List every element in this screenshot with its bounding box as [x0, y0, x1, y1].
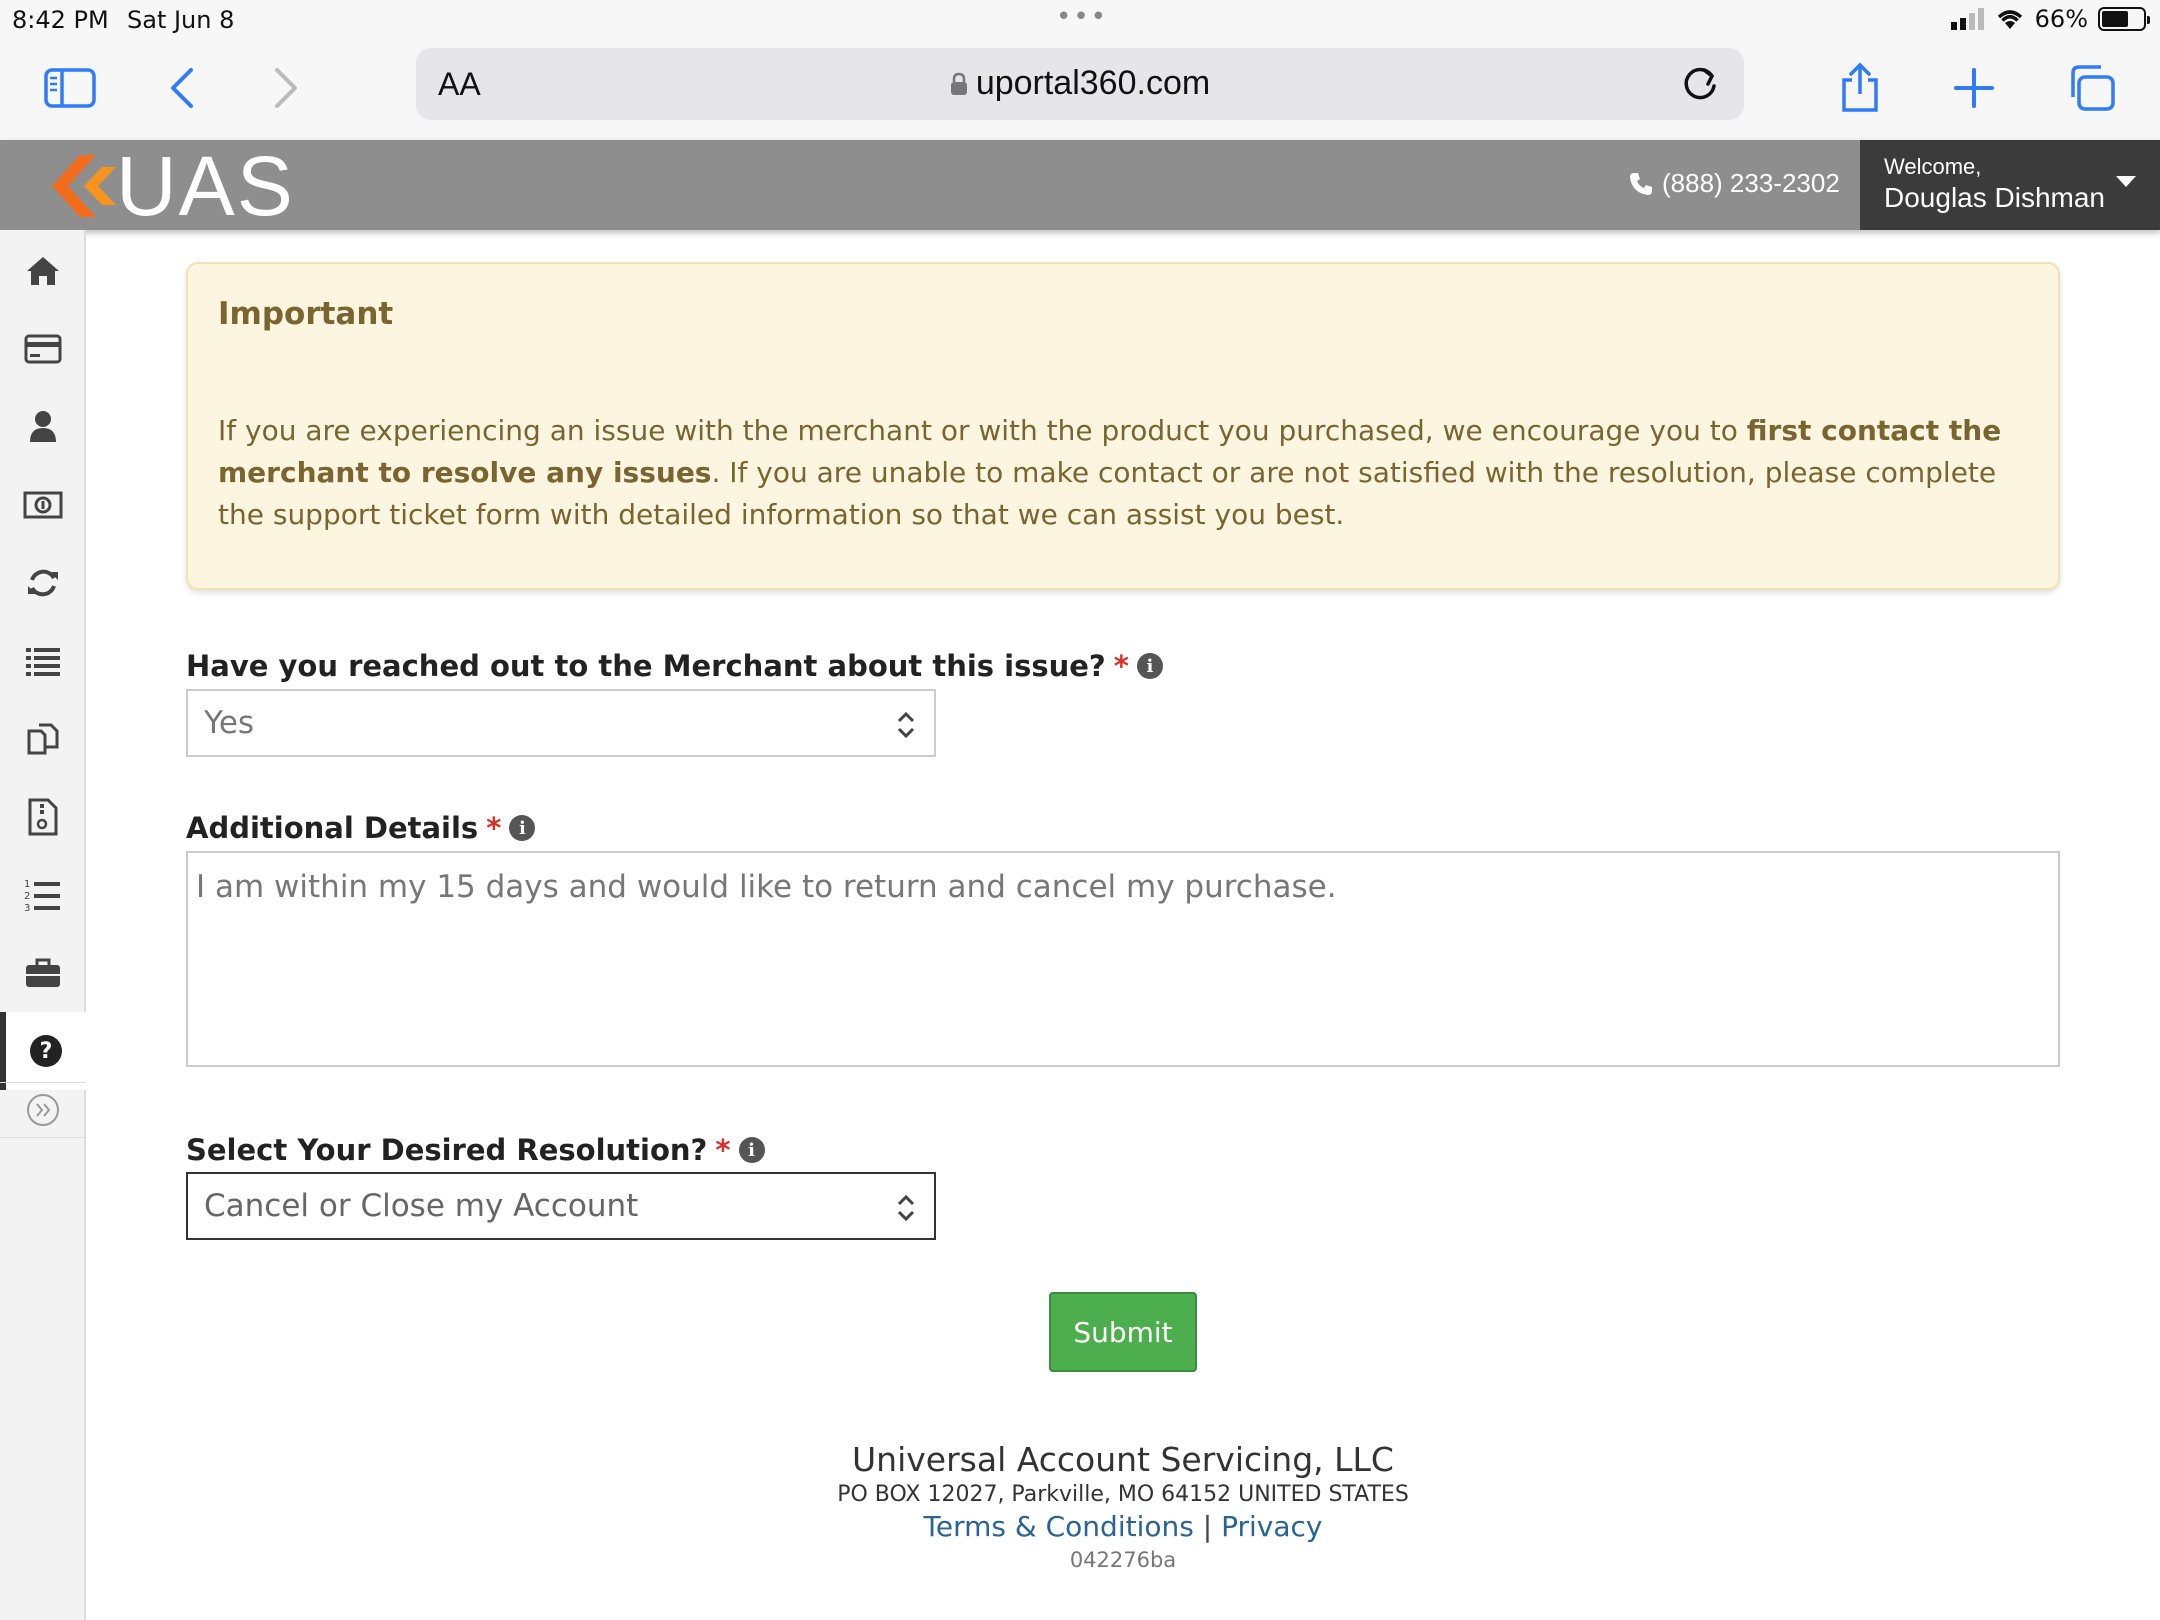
sidebar-item-documents[interactable]: [0, 700, 86, 778]
sidebar-item-statements[interactable]: [0, 778, 86, 856]
status-date: Sat Jun 8: [127, 6, 235, 34]
notice-body-part-1: If you are experiencing an issue with th…: [218, 414, 1747, 447]
sidebar-toggle-icon[interactable]: [40, 58, 100, 118]
status-time: 8:42 PM: [12, 6, 109, 34]
sidebar-item-recurring[interactable]: [0, 544, 86, 622]
share-icon[interactable]: [1830, 58, 1890, 118]
battery-level: [2102, 11, 2129, 27]
back-icon[interactable]: [152, 58, 212, 118]
battery-icon: [2098, 7, 2150, 31]
resolution-label-text: Select Your Desired Resolution?: [186, 1133, 708, 1167]
footer-company: Universal Account Servicing, LLC: [852, 1440, 1394, 1479]
sidebar-item-transactions[interactable]: [0, 622, 86, 700]
footer-build-code: 042276ba: [1069, 1548, 1177, 1572]
important-notice: Important If you are experiencing an iss…: [186, 262, 2060, 590]
documents-icon: [27, 723, 59, 755]
reload-icon[interactable]: [1678, 62, 1722, 106]
sidebar-item-profile[interactable]: [0, 388, 86, 466]
footer-links: Terms & Conditions | Privacy: [86, 1510, 2160, 1543]
svg-text:1: 1: [24, 879, 30, 890]
required-asterisk: *: [486, 811, 502, 845]
sidebar-item-services[interactable]: [0, 934, 86, 1012]
sidebar-item-home[interactable]: [0, 232, 86, 310]
home-icon: [27, 257, 59, 285]
svg-text:2: 2: [24, 891, 30, 902]
refresh-icon: [28, 569, 58, 597]
battery-percent: 66%: [2034, 5, 2088, 33]
wifi-icon: [1997, 10, 2022, 29]
numbered-list-icon: 123: [24, 879, 60, 912]
double-chevron-right-icon: [27, 1094, 59, 1126]
terms-link[interactable]: Terms & Conditions: [924, 1510, 1194, 1543]
url-text: uportal360.com: [975, 64, 1211, 102]
svg-text:3: 3: [24, 903, 30, 912]
additional-details-textarea[interactable]: I am within my 15 days and would like to…: [186, 851, 2060, 1067]
resolution-label: Select Your Desired Resolution? * i: [186, 1133, 765, 1167]
archive-file-icon: [28, 798, 58, 836]
required-asterisk: *: [715, 1133, 731, 1167]
info-icon[interactable]: i: [509, 815, 536, 841]
logo-chevron-icon: [52, 155, 116, 217]
support-phone[interactable]: (888) 233-2302: [1628, 168, 1840, 199]
resolution-value: Cancel or Close my Account: [204, 1188, 639, 1224]
phone-number: (888) 233-2302: [1662, 168, 1840, 198]
list-icon: [26, 648, 60, 676]
caret-down-icon: [2116, 176, 2136, 187]
sidebar-item-cards[interactable]: [0, 310, 86, 388]
new-tab-icon[interactable]: [1944, 58, 2004, 118]
merchant-contact-label-text: Have you reached out to the Merchant abo…: [186, 649, 1106, 683]
welcome-label: Welcome,: [1884, 154, 1982, 179]
sidebar-item-support[interactable]: ?: [0, 1012, 86, 1090]
info-icon[interactable]: i: [1136, 653, 1163, 679]
browser-toolbar: AA uportal360.com: [0, 42, 2160, 140]
additional-details-label-text: Additional Details: [186, 811, 479, 845]
footer-separator: |: [1202, 1510, 1213, 1543]
notice-body: If you are experiencing an issue with th…: [218, 410, 2028, 536]
notice-title: Important: [218, 296, 394, 332]
forward-icon[interactable]: [256, 58, 316, 118]
credit-card-icon: [24, 334, 62, 364]
sidebar-item-orders[interactable]: 123: [0, 856, 86, 934]
help-icon: ?: [30, 1035, 62, 1067]
select-arrows-icon: [897, 1194, 915, 1222]
site-header: UAS (888) 233-2302 Welcome, Douglas Dish…: [0, 140, 2160, 230]
privacy-link[interactable]: Privacy: [1221, 1510, 1322, 1543]
user-name: Douglas Dishman: [1884, 182, 2105, 213]
address-bar[interactable]: AA uportal360.com: [416, 48, 1744, 120]
briefcase-icon: [26, 958, 60, 987]
url-display[interactable]: uportal360.com: [416, 64, 1744, 103]
status-indicators: 66%: [1950, 5, 2150, 33]
logo-text: UAS: [116, 139, 295, 233]
required-asterisk: *: [1113, 649, 1129, 683]
footer-address: PO BOX 12027, Parkville, MO 64152 UNITED…: [837, 1482, 1409, 1507]
resolution-select[interactable]: Cancel or Close my Account: [186, 1172, 936, 1240]
merchant-contact-value: Yes: [204, 705, 255, 741]
user-menu[interactable]: Welcome, Douglas Dishman: [1860, 140, 2160, 230]
phone-icon: [1630, 172, 1652, 195]
submit-button[interactable]: Submit: [1049, 1292, 1197, 1372]
status-bar: 8:42 PM Sat Jun 8 ••• 66%: [0, 0, 2160, 42]
info-icon[interactable]: i: [738, 1137, 765, 1163]
uas-logo[interactable]: UAS: [40, 139, 295, 233]
multitasking-dots-icon[interactable]: •••: [1056, 2, 1108, 32]
merchant-contact-select[interactable]: Yes: [186, 689, 936, 757]
tabs-overview-icon[interactable]: [2062, 58, 2122, 118]
sidebar-item-payments[interactable]: [0, 466, 86, 544]
sidebar-expand-button[interactable]: [0, 1082, 86, 1138]
additional-details-label: Additional Details * i: [186, 811, 536, 845]
sidebar-nav: 123 ?: [0, 230, 86, 1620]
svg-text:?: ?: [40, 1039, 53, 1064]
user-icon: [30, 411, 56, 442]
select-arrows-icon: [897, 711, 915, 739]
merchant-contact-label: Have you reached out to the Merchant abo…: [186, 649, 1163, 683]
lock-icon: [950, 72, 967, 95]
money-icon: [23, 491, 63, 519]
cellular-signal-icon: [1950, 8, 1984, 30]
